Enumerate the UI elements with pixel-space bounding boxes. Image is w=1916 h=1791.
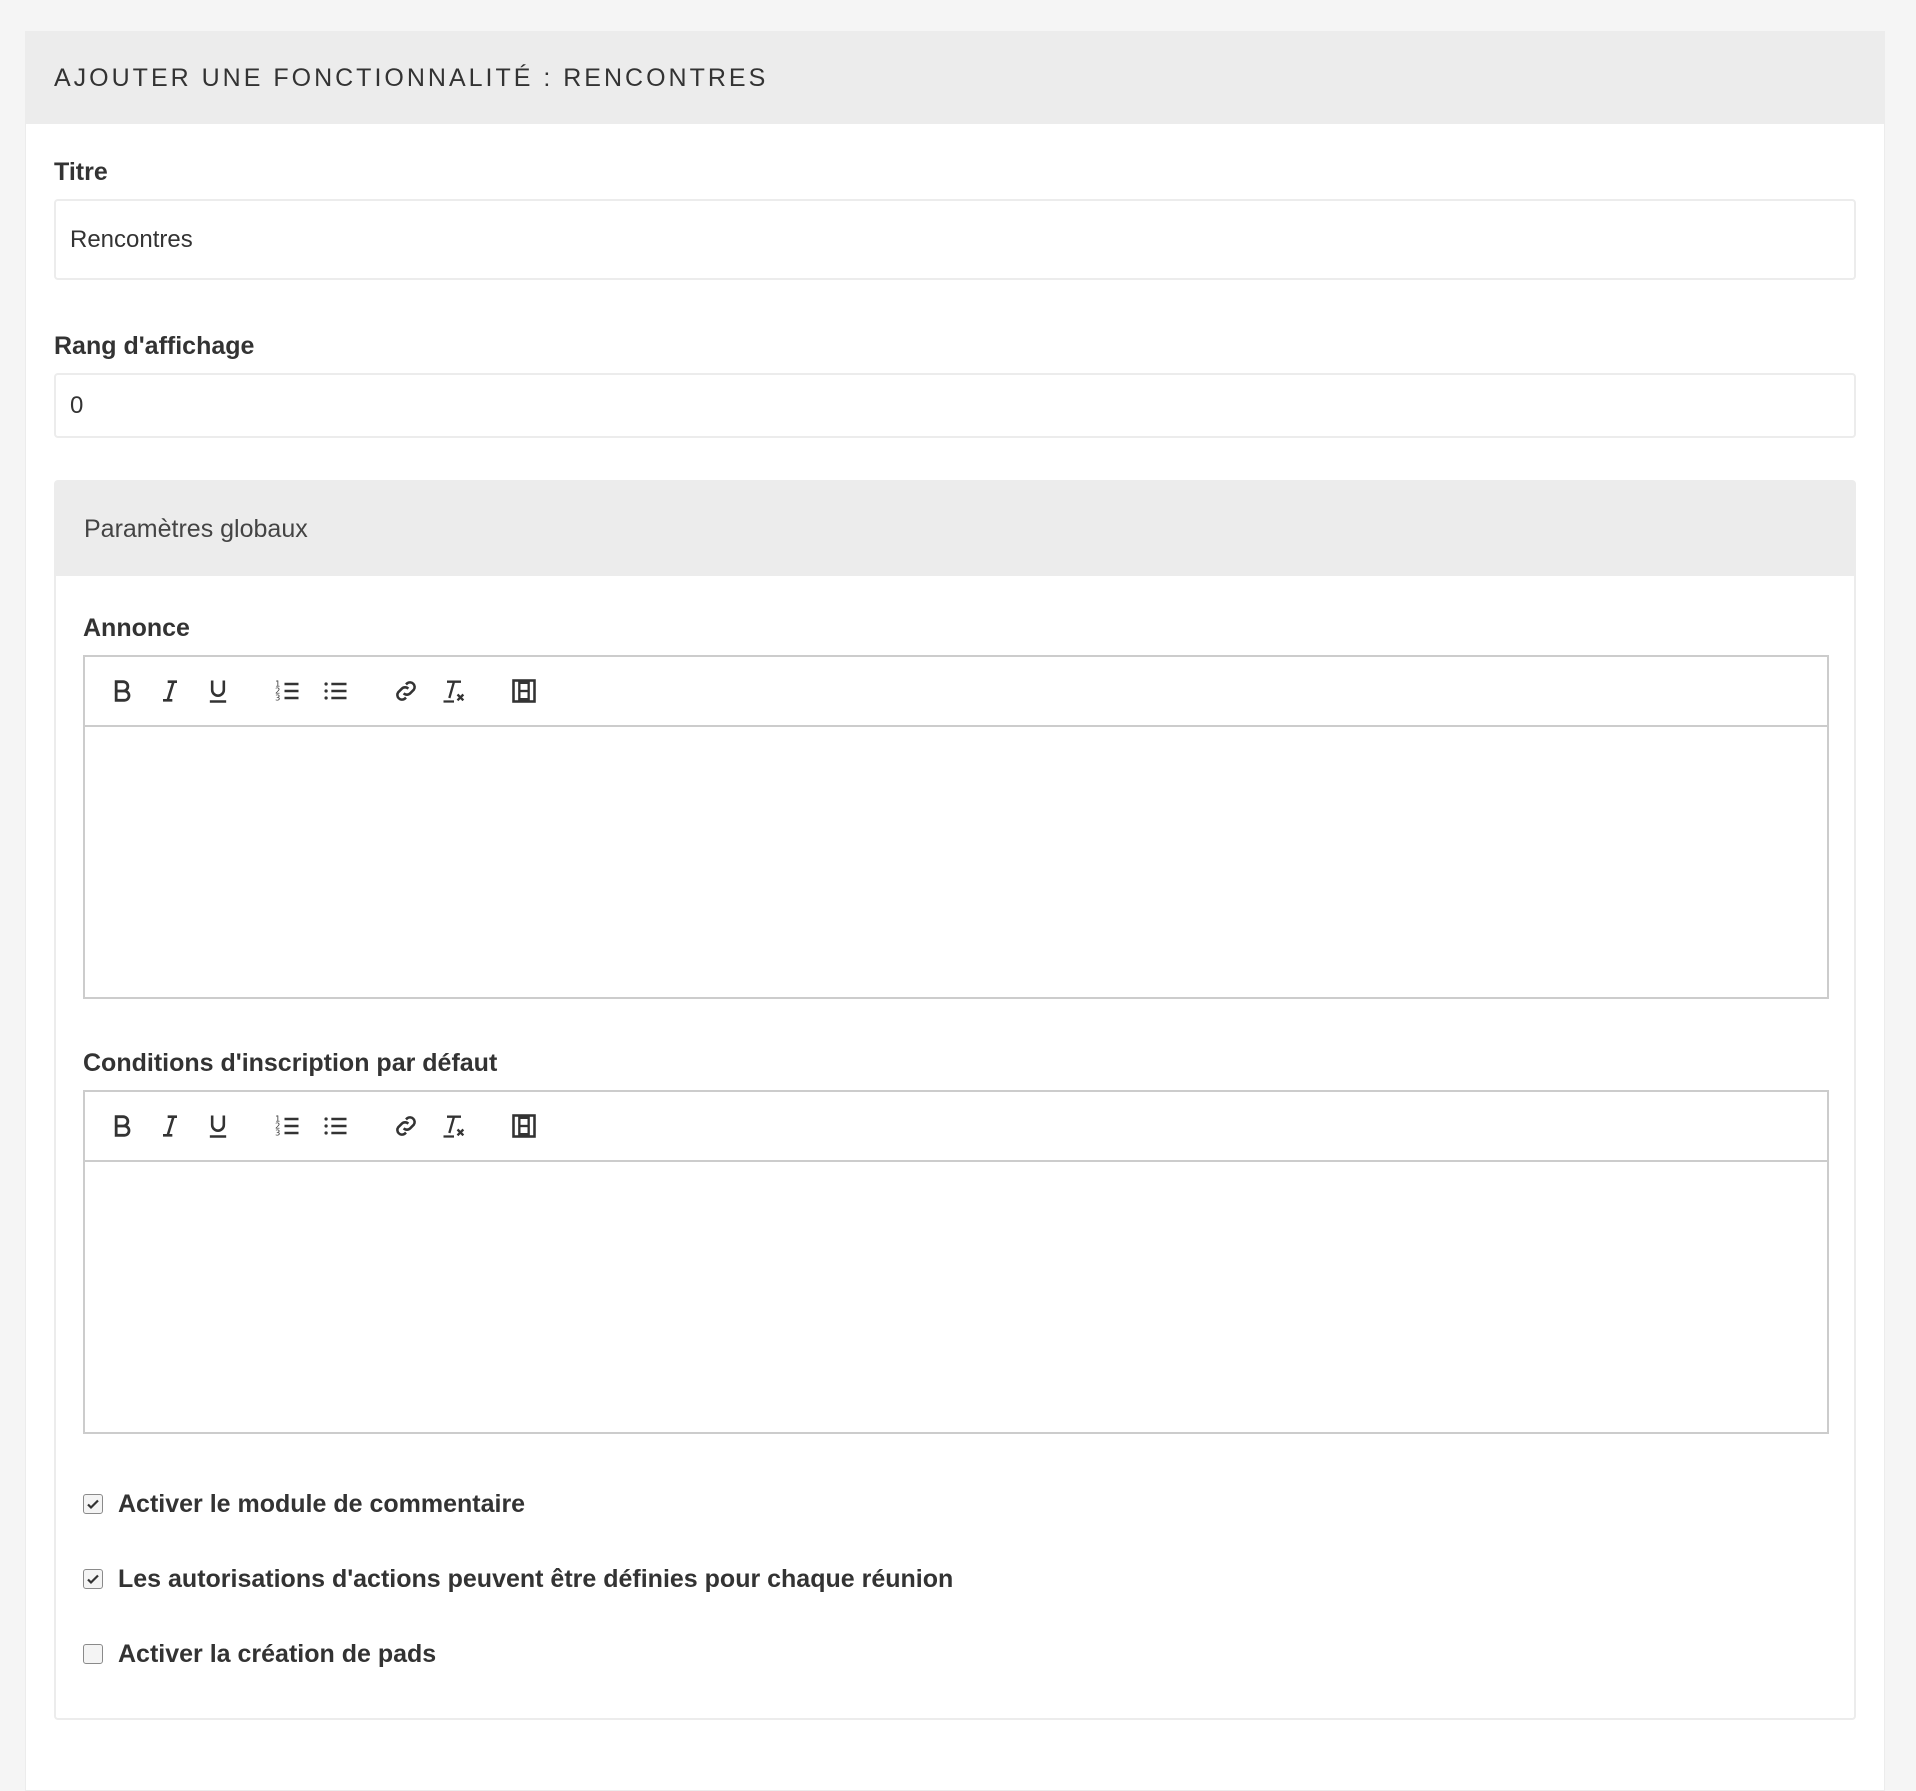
registration-conditions-editor-content[interactable]: [85, 1162, 1827, 1432]
meeting-permissions-option[interactable]: Les autorisations d'actions peuvent être…: [83, 1559, 1827, 1599]
panel-header: Paramètres globaux: [56, 482, 1854, 576]
pads-creation-label: Activer la création de pads: [118, 1639, 437, 1668]
video-icon[interactable]: [507, 674, 541, 708]
pads-creation-option[interactable]: Activer la création de pads: [83, 1634, 1827, 1674]
editor-toolbar: 123: [85, 1092, 1827, 1162]
panel-body: Annonce 123 Conditions d'inscription par…: [56, 576, 1854, 1674]
card-title: AJOUTER UNE FONCTIONNALITÉ : RENCONTRES: [54, 63, 769, 92]
card-body: Titre Rang d'affichage Paramètres globau…: [26, 124, 1884, 1720]
clear-format-icon[interactable]: [437, 1109, 471, 1143]
underline-icon[interactable]: [201, 674, 235, 708]
card-header: AJOUTER UNE FONCTIONNALITÉ : RENCONTRES: [26, 32, 1884, 124]
italic-icon[interactable]: [153, 1109, 187, 1143]
meeting-permissions-label: Les autorisations d'actions peuvent être…: [118, 1564, 954, 1593]
comment-module-option[interactable]: Activer le module de commentaire: [83, 1484, 1827, 1524]
svg-text:3: 3: [275, 692, 280, 702]
panel-title: Paramètres globaux: [84, 514, 308, 543]
ordered-list-icon[interactable]: 123: [271, 674, 305, 708]
registration-conditions-label: Conditions d'inscription par défaut: [83, 1049, 498, 1077]
link-icon[interactable]: [389, 1109, 423, 1143]
title-input[interactable]: [54, 199, 1856, 280]
comment-module-checkbox[interactable]: [83, 1494, 103, 1514]
registration-conditions-editor: 123: [83, 1090, 1829, 1434]
announcement-editor-content[interactable]: [85, 727, 1827, 997]
announcement-editor: 123: [83, 655, 1829, 999]
bold-icon[interactable]: [105, 674, 139, 708]
video-icon[interactable]: [507, 1109, 541, 1143]
underline-icon[interactable]: [201, 1109, 235, 1143]
pads-creation-checkbox[interactable]: [83, 1644, 103, 1664]
clear-format-icon[interactable]: [437, 674, 471, 708]
editor-toolbar: 123: [85, 657, 1827, 727]
announcement-label: Annonce: [83, 614, 190, 642]
bold-icon[interactable]: [105, 1109, 139, 1143]
svg-text:3: 3: [275, 1127, 280, 1137]
rank-input[interactable]: [54, 373, 1856, 438]
settings-checkboxes: Activer le module de commentaire Les aut…: [83, 1484, 1827, 1674]
link-icon[interactable]: [389, 674, 423, 708]
italic-icon[interactable]: [153, 674, 187, 708]
meeting-permissions-checkbox[interactable]: [83, 1569, 103, 1589]
comment-module-label: Activer le module de commentaire: [118, 1489, 526, 1518]
ordered-list-icon[interactable]: 123: [271, 1109, 305, 1143]
bullet-list-icon[interactable]: [319, 674, 353, 708]
add-feature-card: AJOUTER UNE FONCTIONNALITÉ : RENCONTRES …: [25, 31, 1885, 1791]
global-settings-panel: Paramètres globaux Annonce 1 2 3 Conditi…: [54, 480, 1856, 1720]
bullet-list-icon[interactable]: [319, 1109, 353, 1143]
rank-label: Rang d'affichage: [54, 332, 255, 360]
title-label: Titre: [54, 158, 108, 186]
